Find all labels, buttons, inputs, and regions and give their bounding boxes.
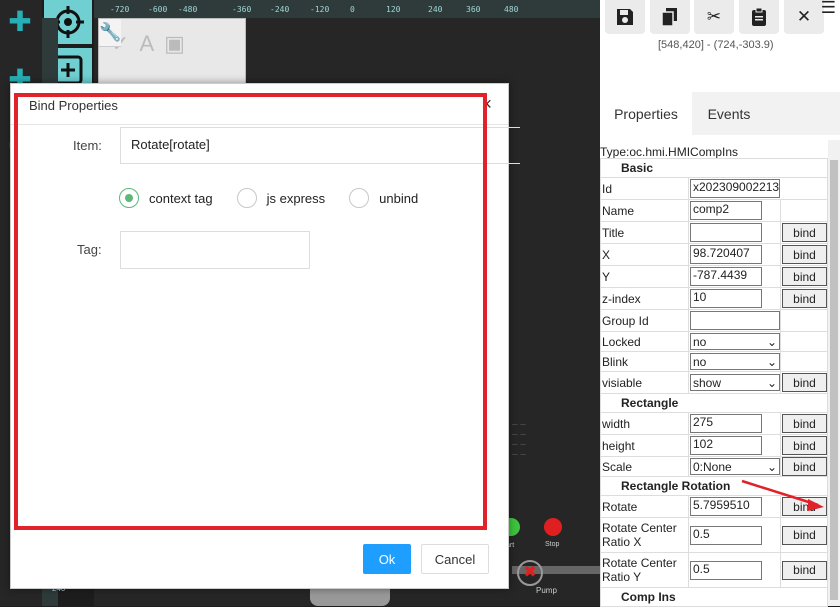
bind-title-button[interactable]: bind <box>782 223 827 242</box>
close-icon[interactable]: ✕ <box>784 0 824 34</box>
image-icon[interactable]: ▣ <box>164 31 185 57</box>
prop-label: Name <box>600 199 689 222</box>
section-rectangle: Rectangle <box>600 393 828 413</box>
ok-button[interactable]: Ok <box>363 544 411 574</box>
wrench-icon[interactable]: 🔧 <box>99 19 122 47</box>
bind-width-button[interactable]: bind <box>782 414 827 433</box>
bind-rotate-center-x-button[interactable]: bind <box>782 525 827 545</box>
ruler-tick: 240 <box>428 5 443 14</box>
prop-label: height <box>600 434 689 457</box>
paste-icon[interactable] <box>739 0 779 34</box>
visiable-select[interactable]: show ⌄ <box>690 374 780 391</box>
prop-label: visiable <box>600 371 689 394</box>
prop-label: X <box>600 243 689 266</box>
ruler-tick: -240 <box>270 5 290 14</box>
scrollbar-thumb[interactable] <box>830 160 838 600</box>
pump-icon[interactable]: ✖ <box>517 560 543 586</box>
chevron-down-icon: ⌄ <box>766 334 777 349</box>
prop-label: Title <box>600 221 689 244</box>
bind-visiable-button[interactable]: bind <box>782 373 827 392</box>
ruler-tick: -720 <box>110 5 130 14</box>
title-field[interactable] <box>690 223 762 242</box>
panel-scrollbar[interactable] <box>828 140 840 606</box>
select-value: no <box>693 354 707 369</box>
select-value: 0:None <box>693 459 732 474</box>
menu-icon[interactable]: ☰ <box>821 0 836 18</box>
chevron-down-icon: ⌄ <box>766 354 777 369</box>
cut-icon[interactable]: ✂ <box>694 0 734 34</box>
copy-icon[interactable] <box>650 0 690 34</box>
cursor-coordinates: [548,420] - (724,-303.9) <box>658 39 774 51</box>
bind-x-button[interactable]: bind <box>782 245 827 264</box>
prop-label: Rotate Center Ratio Y <box>600 552 689 588</box>
section-basic: Basic <box>600 158 828 178</box>
annotation-arrow <box>741 479 824 511</box>
text-icon[interactable]: A <box>139 31 154 57</box>
bind-scale-button[interactable]: bind <box>782 457 827 476</box>
section-comp-ins: Comp Ins <box>600 587 828 607</box>
ruler-tick: -480 <box>178 5 198 14</box>
bind-rotate-center-y-button[interactable]: bind <box>782 560 827 580</box>
component-type: Type:oc.hmi.HMICompIns <box>600 145 739 159</box>
prop-label: Group Id <box>600 309 689 332</box>
scene-decoration: ‒ ‒ ‒ ‒ ‒ ‒ ‒ ‒ <box>512 419 526 460</box>
select-value: show <box>693 375 722 390</box>
prop-label: Id <box>600 177 689 200</box>
annotation-highlight-box <box>14 93 487 530</box>
chevron-down-icon: ⌄ <box>766 459 777 474</box>
prop-label: Rotate <box>600 495 689 518</box>
ruler-tick: -600 <box>148 5 168 14</box>
properties-panel: ✂ ✕ ☰ [548,420] - (724,-303.9) Propertie… <box>600 0 840 607</box>
ruler-tick: 120 <box>386 5 401 14</box>
puzzle-icon[interactable]: ✚ <box>2 6 38 38</box>
width-field[interactable]: 275 <box>690 414 762 433</box>
horizontal-ruler: -720 -600 -480 -360 -240 -120 0 120 240 … <box>94 0 600 18</box>
tab-events[interactable]: Events <box>692 92 766 135</box>
bind-y-button[interactable]: bind <box>782 267 827 286</box>
rotate-center-x-field[interactable]: 0.5 <box>690 525 762 545</box>
prop-label: Locked <box>600 331 689 352</box>
save-icon[interactable] <box>605 0 645 34</box>
group-id-field[interactable] <box>690 311 780 330</box>
cancel-button[interactable]: Cancel <box>421 544 489 574</box>
ruler-tick: -120 <box>310 5 330 14</box>
panel-tabs: Properties Events <box>600 92 840 135</box>
y-field[interactable]: -787.4439 <box>690 267 762 286</box>
rotate-center-y-field[interactable]: 0.5 <box>690 560 762 580</box>
pump-label: Pump <box>536 586 557 595</box>
ruler-tick: 360 <box>466 5 481 14</box>
prop-label: Y <box>600 265 689 288</box>
blink-select[interactable]: no ⌄ <box>690 353 780 370</box>
properties-table: Basic Id x202309002213 Name comp2 Title … <box>600 158 828 607</box>
ruler-tick: 0 <box>350 5 355 14</box>
prop-label: Blink <box>600 351 689 372</box>
height-field[interactable]: 102 <box>690 436 762 455</box>
scale-select[interactable]: 0:None ⌄ <box>690 458 780 475</box>
name-field[interactable]: comp2 <box>690 201 762 220</box>
x-field[interactable]: 98.720407 <box>690 245 762 264</box>
toolbar: ✂ ✕ ☰ [548,420] - (724,-303.9) <box>600 0 840 84</box>
prop-label: width <box>600 412 689 435</box>
select-value: no <box>693 334 707 349</box>
prop-label: z-index <box>600 287 689 310</box>
id-field[interactable]: x202309002213 <box>690 179 780 198</box>
bind-zindex-button[interactable]: bind <box>782 289 827 308</box>
prop-label: Scale <box>600 456 689 477</box>
locked-select[interactable]: no ⌄ <box>690 333 780 350</box>
zindex-field[interactable]: 10 <box>690 289 762 308</box>
ruler-tick: -360 <box>232 5 252 14</box>
stop-indicator[interactable] <box>544 518 562 536</box>
tab-properties[interactable]: Properties <box>600 92 692 135</box>
tank-base <box>310 588 390 606</box>
ruler-tick: 480 <box>504 5 519 14</box>
stop-label: Stop <box>545 541 560 548</box>
bind-height-button[interactable]: bind <box>782 436 827 455</box>
prop-label: Rotate Center Ratio X <box>600 517 689 553</box>
chevron-down-icon: ⌄ <box>766 375 777 390</box>
